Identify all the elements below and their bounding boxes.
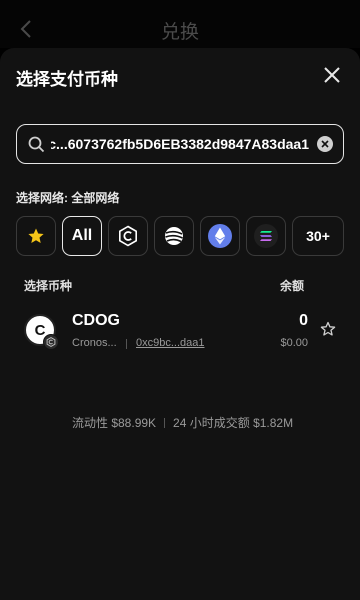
token-symbol: CDOG [72, 312, 120, 329]
network-chip-ethereum[interactable] [200, 216, 240, 256]
token-volume: 24 小时成交额 $1.82M [173, 416, 294, 430]
top-bar: 兑换 [0, 0, 360, 48]
network-chip-solana[interactable] [246, 216, 286, 256]
clear-search-button[interactable] [317, 136, 333, 152]
clear-icon [321, 140, 329, 148]
ethereum-icon [208, 224, 232, 248]
token-row[interactable]: C CDOG Cronos... 0xc9bc...daa1 0 $0.00 流… [0, 310, 360, 430]
chip-more-label: 30+ [306, 228, 330, 244]
network-chip-all[interactable]: All [62, 216, 102, 256]
page-title: 兑换 [160, 22, 199, 43]
search-box[interactable] [16, 124, 344, 164]
token-value: $0.00 [280, 337, 308, 349]
solana-icon [254, 224, 278, 248]
close-icon[interactable] [321, 64, 343, 86]
balance-column-header: 余额 [279, 279, 304, 293]
star-icon [28, 228, 44, 243]
token-chain: Cronos... [72, 337, 117, 349]
stats-divider [164, 418, 166, 428]
network-chip-cronos[interactable] [108, 216, 148, 256]
network-chip-favorites[interactable] [16, 216, 56, 256]
network-chip-4[interactable] [154, 216, 194, 256]
token-stats: 流动性 $88.99K 24 小时成交额 $1.82M [72, 414, 293, 431]
cronos-icon [118, 225, 138, 247]
search-icon [28, 136, 45, 153]
network-chips: All 30+ [16, 216, 344, 256]
sheet-title: 选择支付币种 [16, 70, 118, 89]
search-input[interactable] [51, 125, 309, 162]
select-token-sheet: 选择支付币种 选择网络: 全部网络 All [0, 48, 360, 600]
token-avatar-letter: C [34, 321, 46, 339]
network-chip-more[interactable]: 30+ [292, 216, 344, 256]
token-liquidity: 流动性 $88.99K [72, 416, 157, 430]
favorite-star-icon[interactable] [320, 321, 336, 337]
token-balance: 0 [299, 312, 308, 329]
chip-all-label: All [71, 227, 93, 244]
token-column-header: 选择币种 [24, 279, 73, 293]
divider [126, 339, 127, 349]
network-swirl-icon [165, 227, 183, 245]
cronos-badge-icon [46, 337, 56, 347]
chain-badge [43, 334, 59, 350]
network-filter-label: 选择网络: 全部网络 [16, 191, 120, 205]
token-address-link[interactable]: 0xc9bc...daa1 [136, 337, 205, 349]
